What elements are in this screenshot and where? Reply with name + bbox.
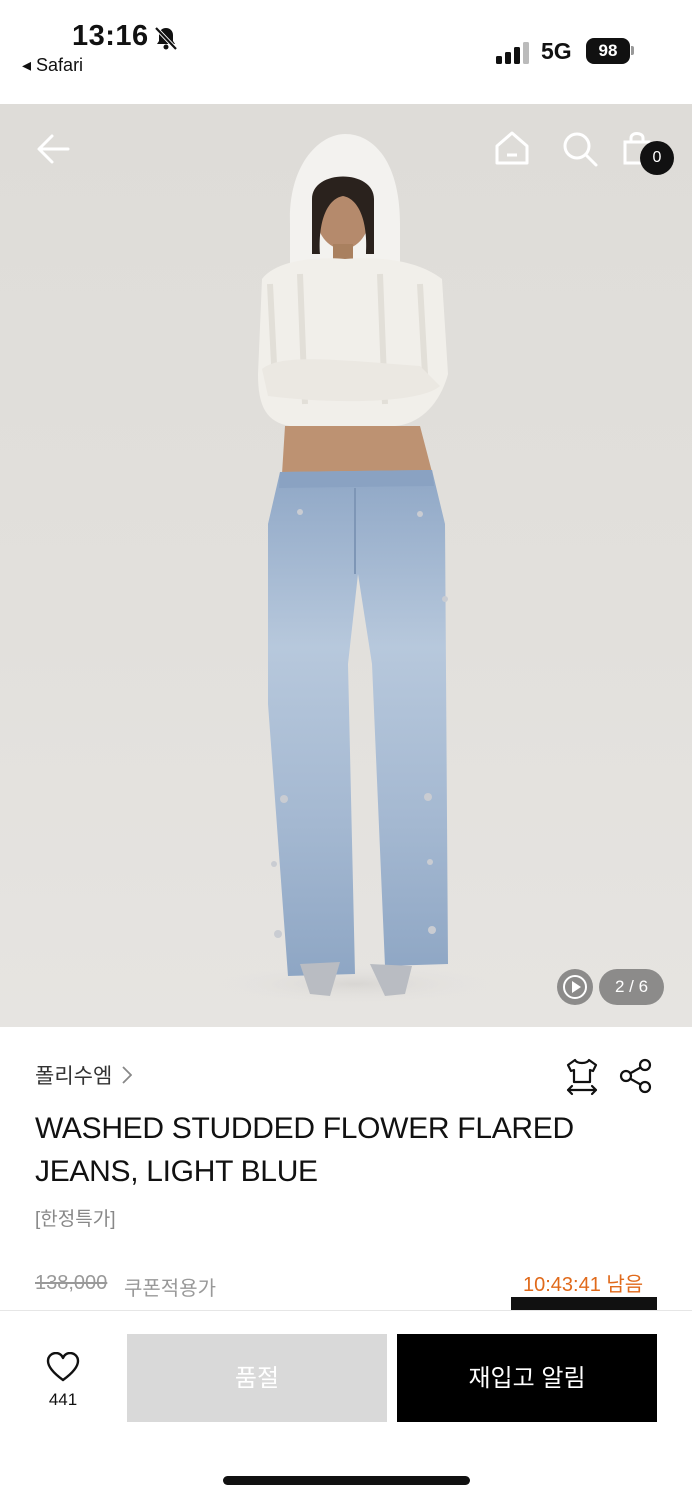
- back-arrow-icon[interactable]: [34, 130, 72, 168]
- cart-count-badge: 0: [640, 141, 674, 175]
- back-to-safari-link[interactable]: ◂ Safari: [22, 55, 83, 76]
- promo-tag: [한정특가]: [35, 1209, 116, 1230]
- coupon-price-label: 쿠폰적용가: [124, 1278, 216, 1300]
- size-guide-icon[interactable]: [564, 1056, 600, 1096]
- search-icon[interactable]: [561, 130, 599, 168]
- brand-name: 폴리수엠: [35, 1065, 113, 1088]
- home-indicator: [223, 1476, 470, 1485]
- network-type: 5G: [541, 38, 572, 64]
- signal-icon: [496, 42, 529, 64]
- bell-slash-icon: [154, 26, 178, 51]
- share-icon[interactable]: [618, 1058, 654, 1094]
- play-video-button[interactable]: [557, 969, 593, 1005]
- product-photo: [215, 134, 495, 1004]
- product-title: WASHED STUDDED FLOWER FLARED JEANS, LIGH…: [35, 1112, 574, 1188]
- play-icon: [563, 975, 587, 999]
- like-count: 441: [48, 1390, 78, 1409]
- chevron-right-icon: [122, 1066, 133, 1084]
- product-image-carousel[interactable]: [0, 104, 692, 1027]
- coupon-banner[interactable]: [511, 1297, 657, 1310]
- sale-countdown: 10:43:41 남음: [523, 1274, 644, 1296]
- image-page-counter: 2 / 6: [599, 969, 664, 1005]
- status-time: 13:16: [72, 20, 149, 52]
- sold-out-button[interactable]: 품절: [127, 1334, 387, 1422]
- brand-link[interactable]: 폴리수엠: [35, 1060, 133, 1090]
- restock-alert-button[interactable]: 재입고 알림: [397, 1334, 657, 1422]
- home-icon[interactable]: [493, 129, 531, 167]
- heart-icon: [46, 1351, 80, 1382]
- original-price: 138,000: [35, 1272, 108, 1294]
- battery-indicator: 98: [586, 38, 630, 64]
- battery-tip: [631, 46, 634, 55]
